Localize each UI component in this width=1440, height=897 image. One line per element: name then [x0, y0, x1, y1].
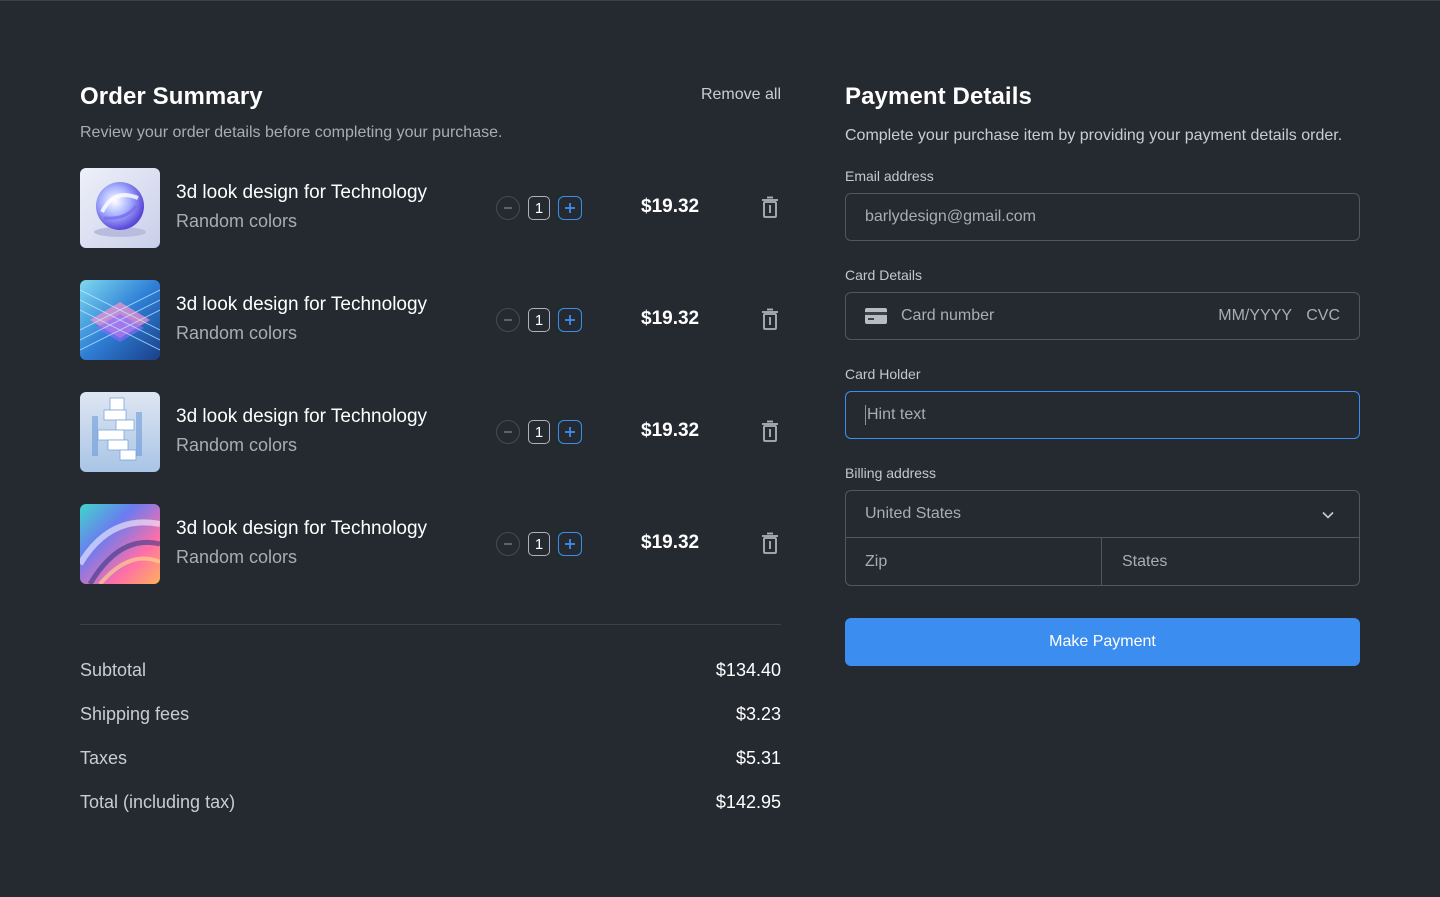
quantity-decrease-button[interactable]: [496, 532, 520, 556]
product-thumbnail: [80, 392, 160, 472]
quantity-value[interactable]: 1: [528, 420, 550, 444]
state-placeholder: States: [1122, 552, 1168, 570]
subtotal-label: Subtotal: [80, 660, 147, 680]
subtotal-value: $134.40: [715, 660, 781, 680]
shipping-row: Shipping fees $3.23: [80, 704, 781, 748]
order-summary-panel: Order Summary Remove all Review your ord…: [80, 80, 781, 812]
trash-icon[interactable]: [759, 308, 781, 332]
state-input[interactable]: States: [1102, 538, 1359, 585]
email-value: barlydesign@gmail.com: [865, 208, 1036, 225]
total-label: Total (including tax): [80, 792, 236, 812]
order-summary-header: Order Summary Remove all: [80, 80, 781, 114]
quantity-decrease-button[interactable]: [496, 308, 520, 332]
quantity-stepper: 1: [496, 308, 582, 332]
quantity-increase-button[interactable]: [558, 532, 582, 556]
order-summary-title: Order Summary: [80, 83, 263, 110]
plus-icon: [565, 315, 575, 325]
top-border: [0, 0, 1440, 1]
quantity-value[interactable]: 1: [528, 308, 550, 332]
text-caret: [865, 405, 866, 425]
plus-icon: [565, 203, 575, 213]
card-details-field[interactable]: Card number MM/YYYY CVC: [845, 292, 1360, 340]
remove-all-link[interactable]: Remove all: [701, 86, 781, 104]
order-item: 3d look design for Technology Random col…: [80, 168, 781, 248]
card-cvc-input[interactable]: CVC: [1306, 307, 1340, 324]
minus-icon: [504, 319, 512, 321]
card-expiry-input[interactable]: MM/YYYY: [1218, 307, 1292, 324]
product-variant: Random colors: [176, 323, 298, 343]
card-holder-label: Card Holder: [845, 366, 921, 382]
trash-icon[interactable]: [759, 420, 781, 444]
payment-details-panel: Payment Details Complete your purchase i…: [845, 80, 1360, 666]
product-thumbnail: [80, 168, 160, 248]
card-number-input[interactable]: Card number: [901, 307, 994, 325]
card-holder-field[interactable]: Hint text: [845, 391, 1360, 439]
product-name: 3d look design for Technology: [176, 182, 428, 203]
plus-icon: [565, 427, 575, 437]
make-payment-button[interactable]: Make Payment: [845, 618, 1360, 666]
order-summary-subtitle: Review your order details before complet…: [80, 124, 503, 141]
quantity-increase-button[interactable]: [558, 420, 582, 444]
payment-details-title: Payment Details: [845, 83, 1032, 110]
taxes-value: $5.31: [735, 748, 781, 768]
trash-icon[interactable]: [759, 196, 781, 220]
order-item: 3d look design for Technology Random col…: [80, 504, 781, 584]
quantity-increase-button[interactable]: [558, 196, 582, 220]
zip-placeholder: Zip: [865, 552, 888, 570]
card-extra-fields: MM/YYYY CVC: [1208, 307, 1340, 325]
product-price: $19.32: [641, 308, 700, 329]
product-variant: Random colors: [176, 547, 298, 567]
quantity-stepper: 1: [496, 532, 582, 556]
plus-icon: [565, 539, 575, 549]
product-name: 3d look design for Technology: [176, 518, 428, 539]
product-variant: Random colors: [176, 211, 298, 231]
product-price: $19.32: [641, 196, 700, 217]
order-items-list: 3d look design for Technology Random col…: [80, 168, 781, 584]
trash-icon[interactable]: [759, 532, 781, 556]
payment-details-subtitle: Complete your purchase item by providing…: [845, 127, 1343, 144]
billing-address-group: United States Zip States: [845, 490, 1360, 586]
subtotal-row: Subtotal $134.40: [80, 660, 781, 704]
country-select[interactable]: United States: [846, 491, 1359, 538]
product-name: 3d look design for Technology: [176, 406, 428, 427]
country-value: United States: [865, 505, 962, 522]
quantity-stepper: 1: [496, 196, 582, 220]
card-holder-placeholder: Hint text: [867, 406, 926, 423]
product-price: $19.32: [641, 532, 700, 553]
product-thumbnail: [80, 280, 160, 360]
product-thumbnail: [80, 504, 160, 584]
quantity-value[interactable]: 1: [528, 532, 550, 556]
email-field[interactable]: barlydesign@gmail.com: [845, 193, 1360, 241]
total-value: $142.95: [715, 792, 781, 812]
quantity-stepper: 1: [496, 420, 582, 444]
minus-icon: [504, 207, 512, 209]
order-item: 3d look design for Technology Random col…: [80, 280, 781, 360]
product-name: 3d look design for Technology: [176, 294, 428, 315]
quantity-value[interactable]: 1: [528, 196, 550, 220]
billing-address-label: Billing address: [845, 465, 937, 481]
email-label: Email address: [845, 168, 934, 184]
chevron-down-icon: [1322, 511, 1334, 519]
credit-card-icon: [865, 308, 887, 324]
totals-divider: [80, 624, 781, 625]
zip-state-row: Zip States: [846, 538, 1359, 585]
order-totals: Subtotal $134.40 Shipping fees $3.23 Tax…: [80, 660, 781, 836]
quantity-decrease-button[interactable]: [496, 196, 520, 220]
order-item: 3d look design for Technology Random col…: [80, 392, 781, 472]
minus-icon: [504, 543, 512, 545]
quantity-increase-button[interactable]: [558, 308, 582, 332]
card-details-label: Card Details: [845, 267, 923, 283]
shipping-value: $3.23: [735, 704, 781, 724]
total-row: Total (including tax) $142.95: [80, 792, 781, 836]
quantity-decrease-button[interactable]: [496, 420, 520, 444]
zip-input[interactable]: Zip: [846, 538, 1102, 585]
product-price: $19.32: [641, 420, 700, 441]
shipping-label: Shipping fees: [80, 704, 190, 724]
minus-icon: [504, 431, 512, 433]
taxes-label: Taxes: [80, 748, 128, 768]
product-variant: Random colors: [176, 435, 298, 455]
taxes-row: Taxes $5.31: [80, 748, 781, 792]
